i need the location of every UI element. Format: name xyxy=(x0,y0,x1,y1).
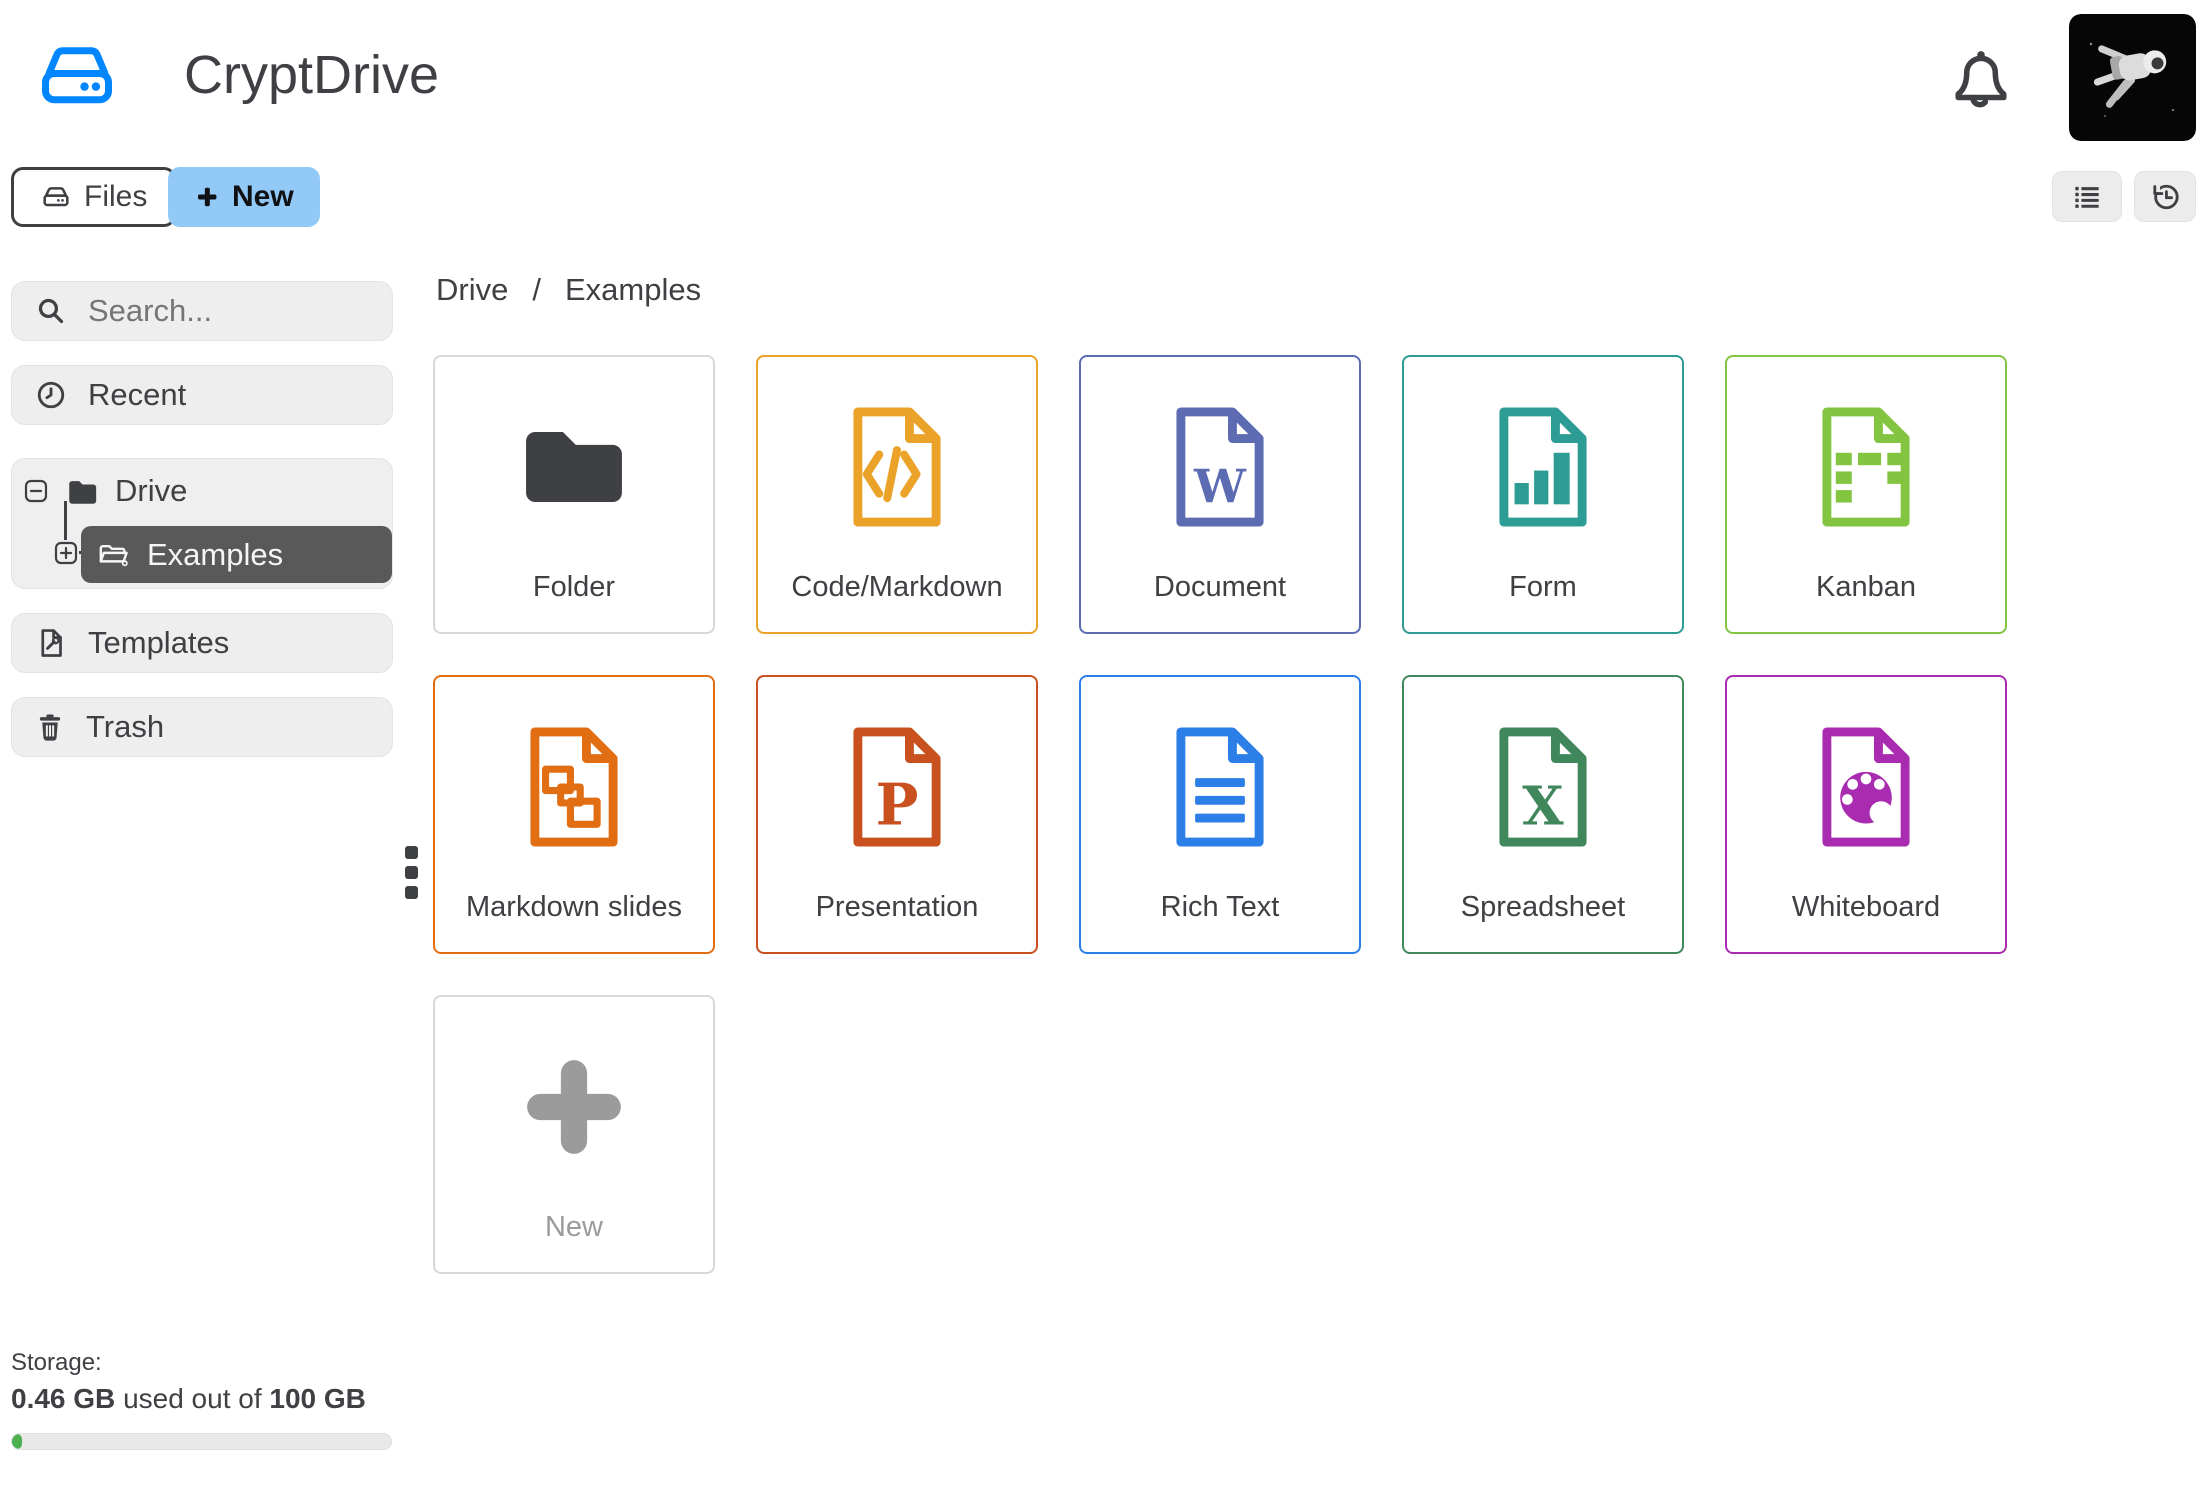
sidebar-item-label: Templates xyxy=(88,625,230,660)
tile-grid: Folder Code/Markdown W Document Form Kan… xyxy=(433,355,2007,1274)
tile-label: New xyxy=(544,1211,603,1243)
tile-form[interactable]: Form xyxy=(1402,355,1684,634)
tile-spreadsheet[interactable]: X Spreadsheet xyxy=(1402,675,1684,954)
cryptdrive-logo-icon xyxy=(35,35,119,119)
storage-used: 0.46 GB xyxy=(11,1383,116,1414)
sidebar-item-templates[interactable]: Templates xyxy=(11,613,393,673)
spreadsheet-file-icon: X xyxy=(1404,717,1682,857)
tile-label: Whiteboard xyxy=(1791,891,1941,923)
tile-label: Rich Text xyxy=(1160,891,1280,923)
list-view-button[interactable] xyxy=(2052,171,2122,222)
history-button[interactable] xyxy=(2134,171,2196,222)
drag-handle-icon[interactable] xyxy=(405,846,418,899)
sidebar-item-label: Recent xyxy=(88,377,187,412)
slides-file-icon xyxy=(435,717,713,857)
template-file-icon xyxy=(34,626,68,660)
kanban-file-icon xyxy=(1727,397,2005,537)
trash-icon xyxy=(34,711,66,743)
files-button-label: Files xyxy=(84,180,148,213)
code-file-icon xyxy=(758,397,1036,537)
sidebar-item-label: Trash xyxy=(86,709,165,744)
tile-label: Kanban xyxy=(1816,571,1916,603)
folder-open-icon xyxy=(95,538,131,572)
search-box[interactable] xyxy=(11,281,393,341)
sidebar-item-label: Examples xyxy=(147,536,284,572)
drive-icon xyxy=(40,181,72,213)
notifications-bell-icon[interactable] xyxy=(1946,44,2016,116)
tile-presentation[interactable]: P Presentation xyxy=(756,675,1038,954)
tile-label: Markdown slides xyxy=(466,891,682,923)
storage-total: 100 GB xyxy=(269,1383,366,1414)
folder-icon xyxy=(435,397,713,537)
storage-progress-bar xyxy=(11,1433,392,1450)
list-icon xyxy=(2069,181,2105,213)
storage-info: Storage: 0.46 GB used out of 100 GB xyxy=(11,1349,366,1415)
search-input[interactable] xyxy=(88,293,378,329)
form-file-icon xyxy=(1404,397,1682,537)
breadcrumb: Drive / Examples xyxy=(436,272,701,308)
files-button[interactable]: Files xyxy=(11,167,177,227)
drive-tree: Drive Examples xyxy=(11,458,393,589)
sidebar-item-examples[interactable]: Examples xyxy=(81,526,392,583)
clock-icon xyxy=(34,378,68,412)
breadcrumb-separator: / xyxy=(532,272,541,307)
sidebar-item-drive[interactable]: Drive xyxy=(12,465,392,517)
letter-x: X xyxy=(1522,774,1564,837)
tile-code-markdown[interactable]: Code/Markdown xyxy=(756,355,1038,634)
tile-label: Document xyxy=(1153,571,1287,603)
letter-w: W xyxy=(1193,460,1247,514)
plus-icon xyxy=(435,1037,713,1177)
breadcrumb-drive[interactable]: Drive xyxy=(436,272,508,308)
tile-label: Presentation xyxy=(815,891,979,923)
new-button-label: New xyxy=(232,180,294,213)
document-file-icon: W xyxy=(1081,397,1359,537)
tile-whiteboard[interactable]: Whiteboard xyxy=(1725,675,2007,954)
tile-markdown-slides[interactable]: Markdown slides xyxy=(433,675,715,954)
sidebar-item-label: Drive xyxy=(115,473,188,508)
sidebar-item-recent[interactable]: Recent xyxy=(11,365,393,425)
folder-solid-icon xyxy=(63,474,101,508)
tile-label: Spreadsheet xyxy=(1460,891,1626,923)
sidebar-item-trash[interactable]: Trash xyxy=(11,697,393,757)
presentation-file-icon: P xyxy=(758,717,1036,857)
tile-new[interactable]: New xyxy=(433,995,715,1274)
tile-label: Form xyxy=(1509,571,1577,603)
tile-label: Code/Markdown xyxy=(791,571,1003,603)
expand-plus-icon[interactable] xyxy=(53,540,79,566)
breadcrumb-examples[interactable]: Examples xyxy=(565,272,701,308)
tile-document[interactable]: W Document xyxy=(1079,355,1361,634)
storage-progress-fill xyxy=(12,1434,22,1449)
tile-kanban[interactable]: Kanban xyxy=(1725,355,2007,634)
storage-infix: used out of xyxy=(123,1383,262,1414)
plus-icon xyxy=(194,184,220,210)
tile-label: Folder xyxy=(532,571,616,603)
new-button[interactable]: New xyxy=(168,167,320,227)
user-avatar[interactable] xyxy=(2069,14,2196,141)
storage-usage-text: 0.46 GB used out of 100 GB xyxy=(11,1383,366,1415)
tile-rich-text[interactable]: Rich Text xyxy=(1079,675,1361,954)
history-icon xyxy=(2148,180,2182,214)
tile-folder[interactable]: Folder xyxy=(433,355,715,634)
whiteboard-file-icon xyxy=(1727,717,2005,857)
letter-p: P xyxy=(876,772,919,838)
richtext-file-icon xyxy=(1081,717,1359,857)
search-icon xyxy=(34,294,68,328)
collapse-minus-icon[interactable] xyxy=(23,478,49,504)
page-title: CryptDrive xyxy=(184,45,440,105)
storage-label: Storage: xyxy=(11,1349,102,1376)
